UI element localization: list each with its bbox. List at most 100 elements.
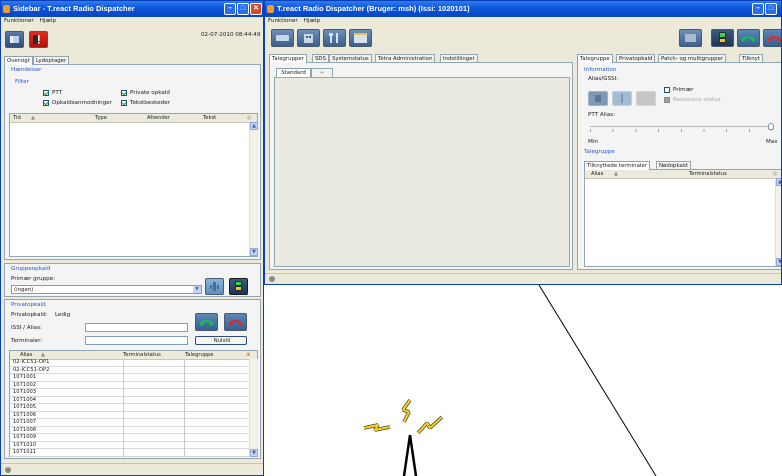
column-chooser-icon[interactable]: ◎ [247,114,252,122]
column-chooser-icon[interactable]: ⊕ [246,351,250,359]
filter-private-label: Private opkald [130,90,170,96]
table-row[interactable]: 1071006 [10,412,249,419]
add-tab-button[interactable]: + [311,68,333,77]
group-call-section-title: Gruppeopkald [11,266,51,272]
end-call-button[interactable] [224,313,247,331]
detail-disabled-button[interactable] [636,91,656,106]
attached-terminals-scrollbar[interactable]: ▲ ▼ [775,178,781,266]
tab-talegrupper[interactable]: Talegrupper [269,54,307,63]
detail-group-button[interactable] [612,91,632,106]
radio-tower-icon [363,398,444,476]
col-talegruppe[interactable]: Talegruppe [185,351,214,359]
end-call-button[interactable] [763,29,781,47]
table-row[interactable]: 1071011 [10,449,249,457]
table-row[interactable]: 1071002 [10,382,249,389]
terminal-table[interactable]: Alias ▲ Terminalstatus Talegruppe ⊕ 02-I… [9,350,258,457]
table-row[interactable]: 1071004 [10,397,249,404]
table-row[interactable]: 1071010 [10,442,249,449]
maximize-icon[interactable]: □ [765,3,777,15]
attached-terminals-table[interactable]: Alias ▲ Terminalstatus ◎ ▲ ▼ [584,169,781,267]
primary-group-select[interactable]: (ingen) ▼ [11,285,202,294]
volume-slider[interactable] [588,123,778,135]
attached-terminals-header: Alias ▲ Terminalstatus ◎ [585,170,781,179]
slider-ticks [590,129,772,132]
reset-button[interactable]: Nulstil [195,336,247,345]
window-icon [354,33,367,43]
ptt-group-button[interactable] [229,278,248,295]
menu-funktioner[interactable]: Funktioner [1,17,37,26]
table-row[interactable]: 1071005 [10,404,249,412]
scroll-up-icon[interactable]: ▲ [250,122,258,130]
tab-talegruppe[interactable]: Talegruppe [577,54,613,63]
primary-checkbox[interactable] [664,87,670,93]
maximize-icon[interactable]: □ [237,3,249,15]
alias-cell: 1071005 [13,404,37,410]
col-terminalstatus[interactable]: Terminalstatus [123,351,161,359]
scroll-down-icon[interactable]: ▼ [250,449,258,457]
column-chooser-icon[interactable]: ◎ [773,170,778,178]
table-row[interactable]: 1071003 [10,389,249,397]
table-row[interactable]: 1071009 [10,434,249,442]
col-terminalstatus[interactable]: Terminalstatus [689,170,727,178]
alias-cell: 02-ICC51-OP2 [13,366,50,373]
sidebar-menubar: Funktioner Hjælp [1,17,263,26]
terminals-input[interactable] [85,336,188,345]
background-drawing [363,285,657,476]
scroll-down-icon[interactable]: ▼ [776,258,781,266]
close-icon[interactable]: ✕ [250,3,262,15]
filter-private-checkbox[interactable] [121,90,127,96]
table-row[interactable]: 1071007 [10,419,249,427]
chevron-down-icon[interactable]: ▼ [193,286,201,293]
tab-tilknyttede-terminaler[interactable]: Tilknyttede terminaler [584,161,650,170]
ptt-button[interactable] [711,29,734,47]
col-tekst[interactable]: Tekst [203,114,216,122]
filter-ptt-checkbox[interactable] [43,90,49,96]
minimize-icon[interactable]: – [752,3,764,15]
group-call-button[interactable] [205,278,224,295]
col-alias[interactable]: Alias [591,170,603,178]
keyboard-button[interactable] [271,29,294,47]
window-logo-icon [267,5,274,13]
sidebar-toggle-button[interactable] [5,31,24,48]
subtab-standard[interactable]: Standard [276,68,311,77]
slider-min-label: Min [588,139,598,145]
scroll-down-icon[interactable]: ▼ [250,248,258,256]
col-alias[interactable]: Alias [20,351,32,359]
end-call-icon [767,36,781,42]
filter-text-checkbox[interactable] [121,100,127,106]
menu-funktioner[interactable]: Funktioner [265,17,301,26]
window-button[interactable] [349,29,372,47]
col-tid[interactable]: Tid [13,114,21,122]
events-scrollbar[interactable]: ▲ ▼ [249,122,258,256]
alarm-button[interactable] [29,31,48,48]
col-type[interactable]: Type [95,114,107,122]
tools-button[interactable] [323,29,346,47]
menu-hjaelp[interactable]: Hjælp [301,17,323,26]
detail-radio-button[interactable] [588,91,608,106]
tab-oversigt[interactable]: Oversigt [4,56,33,65]
accept-call-button[interactable] [737,29,760,47]
tray-button[interactable] [679,29,702,47]
events-list[interactable]: Tid ▲ Type Afsender Tekst ◎ ▲ ▼ [9,113,258,257]
accept-call-button[interactable] [195,313,218,331]
main-titlebar[interactable]: T.react Radio Dispatcher (Bruger: msh) (… [265,1,781,17]
table-row[interactable]: 1071001 [10,374,249,382]
row-divider [10,455,249,457]
issi-alias-input[interactable] [85,323,188,332]
talkgroup-grid[interactable] [274,77,570,267]
col-afsender[interactable]: Afsender [147,114,170,122]
minimize-icon[interactable]: – [224,3,236,15]
ptt-alias-label: PTT Alias: [588,112,616,118]
sidebar-titlebar[interactable]: Sidebar - T.react Radio Dispatcher – □ ✕ [1,1,263,17]
events-panel: Hændelser Filter PTT Private opkald Opka… [4,64,261,260]
table-row[interactable]: 1071008 [10,427,249,434]
table-row[interactable]: 02-ICC51-OP1 [10,359,249,367]
filter-requests-checkbox[interactable] [43,100,49,106]
terminal-scrollbar[interactable]: ▼ [249,359,258,457]
menu-hjaelp[interactable]: Hjælp [37,17,59,26]
map-button[interactable] [297,29,320,47]
slider-thumb[interactable] [768,123,774,130]
table-row[interactable]: 02-ICC51-OP2 [10,366,249,374]
scroll-up-icon[interactable]: ▲ [776,178,781,186]
main-menubar: Funktioner Hjælp [265,17,781,26]
